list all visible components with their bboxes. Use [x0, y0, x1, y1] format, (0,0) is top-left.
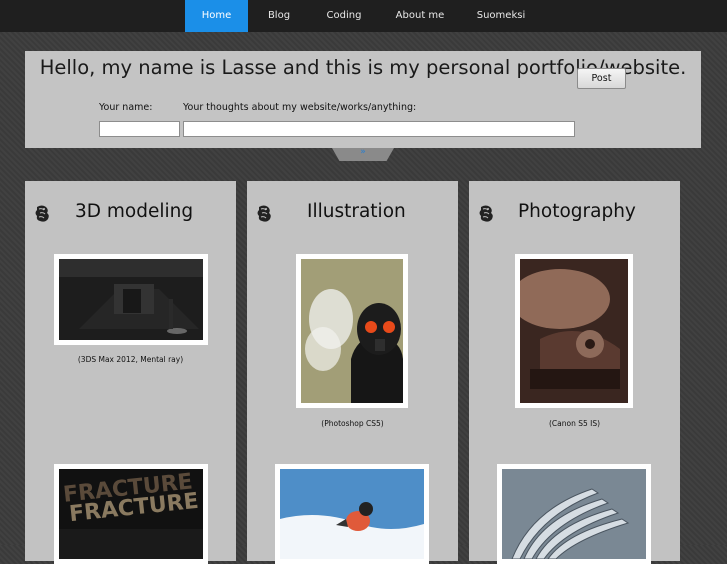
hard-drive-photo-image: [510, 259, 628, 403]
dragon-logo-icon: [479, 205, 494, 223]
gas-mask-illustration-image: [301, 259, 403, 403]
fracture-text-image: FRACTURE FRACTURE: [59, 469, 203, 559]
column-illustration: Illustration (Photoshop CS5): [247, 181, 458, 564]
thoughts-input[interactable]: [183, 121, 575, 137]
column-title: 3D modeling: [75, 201, 194, 222]
column-title: Illustration: [307, 201, 406, 222]
thumbnail-caption: (3DS Max 2012, Mental ray): [77, 355, 184, 364]
column-3d-modeling: 3D modeling (3DS Max 2012, Mental ray) F…: [25, 181, 236, 564]
thumbnail-metal-blades[interactable]: [497, 464, 651, 564]
nav-blog[interactable]: Blog: [256, 0, 302, 32]
dragon-logo-icon: [257, 205, 272, 223]
guestbook-panel: Hello, my name is Lasse and this is my p…: [25, 51, 701, 148]
thoughts-label: Your thoughts about my website/works/any…: [183, 102, 417, 113]
bullfinch-illustration-image: [280, 469, 424, 559]
thumbnail-caption: (Canon S5 IS): [548, 419, 601, 428]
nav-home[interactable]: Home: [185, 0, 248, 32]
thumbnail-hard-drive[interactable]: [510, 254, 633, 408]
column-title: Photography: [518, 201, 636, 222]
column-photography: Photography (Canon S5 IS): [469, 181, 680, 564]
name-label: Your name:: [99, 102, 153, 113]
top-nav: Home Blog Coding About me Suomeksi: [0, 0, 727, 32]
name-input[interactable]: [99, 121, 180, 137]
nav-suomeksi[interactable]: Suomeksi: [470, 0, 532, 32]
panel-toggle-tab[interactable]: »: [332, 148, 394, 161]
thumbnail-caption: (Photoshop CS5): [321, 419, 384, 428]
dragon-logo-icon: [35, 205, 50, 223]
thumbnail-bullfinch[interactable]: [275, 464, 429, 564]
thumbnail-gas-mask[interactable]: [296, 254, 408, 408]
metal-blades-photo-image: [502, 469, 646, 560]
chevron-down-icon: »: [360, 147, 366, 157]
post-button[interactable]: Post: [577, 68, 626, 89]
nav-about-me[interactable]: About me: [390, 0, 450, 32]
thumbnail-3d-render[interactable]: [54, 254, 208, 345]
3d-render-image: [59, 259, 203, 340]
thumbnail-fracture[interactable]: FRACTURE FRACTURE: [54, 464, 208, 564]
nav-coding[interactable]: Coding: [316, 0, 372, 32]
